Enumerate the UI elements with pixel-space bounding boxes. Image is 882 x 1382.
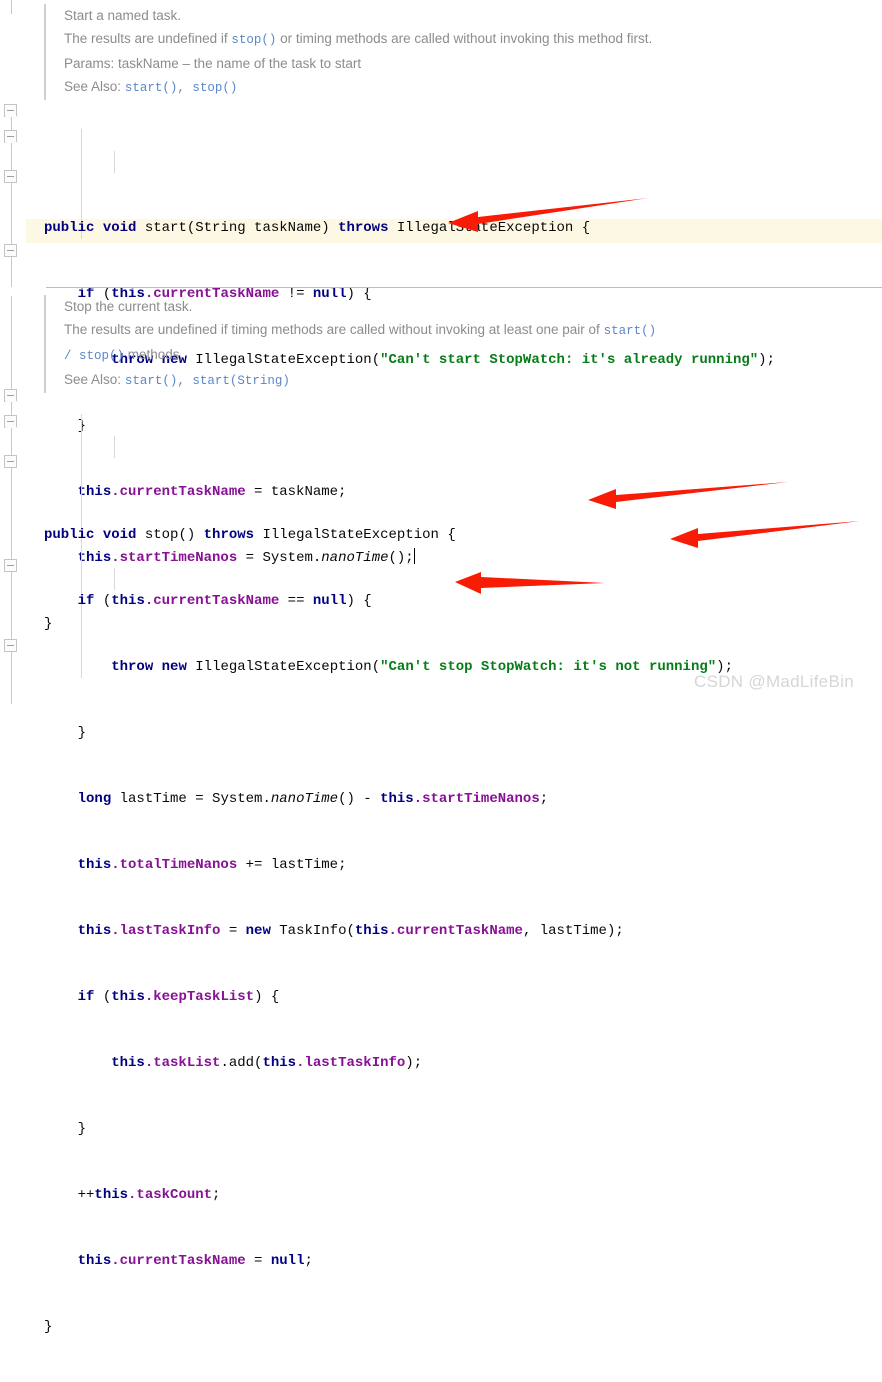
code-line[interactable]: this.currentTaskName = null; (26, 1250, 733, 1272)
fold-line-segment (11, 296, 12, 392)
code-line[interactable]: this.totalTimeNanos += lastTime; (26, 854, 733, 876)
block-separator (46, 287, 882, 288)
fold-line-segment (11, 0, 12, 14)
javadoc-link-start[interactable]: start() (604, 324, 657, 338)
annotation-arrow-task-list-add (455, 572, 605, 594)
code-line[interactable]: if (this.keepTaskList) { (26, 986, 733, 1008)
annotation-arrow-start-time-nanos (448, 198, 648, 232)
fold-line-segment (11, 652, 12, 704)
javadoc-description-pre: The results are undefined if timing meth… (64, 322, 604, 337)
javadoc-params-value: taskName – the name of the task to start (118, 56, 362, 71)
fold-line-segment (11, 468, 12, 560)
javadoc-see-also: See Also: start(), start(String) (64, 368, 656, 393)
javadoc-seealso-link-stop[interactable]: stop() (192, 81, 237, 95)
code-line[interactable]: throw new IllegalStateException("Can't s… (26, 656, 733, 678)
javadoc-link-stop[interactable]: / stop() (64, 349, 124, 363)
annotation-arrow-last-task-info (670, 521, 860, 548)
code-line[interactable]: long lastTime = System.nanoTime() - this… (26, 788, 733, 810)
javadoc-see-also-label: See Also: (64, 79, 122, 94)
fold-marker-doc-stop[interactable] (4, 389, 17, 402)
javadoc-description-post: or timing methods are called without inv… (276, 31, 653, 46)
code-line[interactable]: } (26, 1316, 733, 1338)
fold-marker-stop-method[interactable] (4, 415, 17, 428)
javadoc-seealso-sep: , (177, 374, 193, 388)
csdn-watermark: CSDN @MadLifeBin (694, 672, 854, 691)
code-line[interactable]: public void start(String taskName) throw… (26, 217, 775, 239)
fold-line-segment (11, 572, 12, 640)
code-block-stop-method[interactable]: public void stop() throws IllegalStateEx… (26, 392, 733, 1382)
fold-line-segment (11, 257, 12, 287)
indent-guide (114, 151, 115, 173)
indent-guide (81, 414, 82, 678)
javadoc-seealso-sep: , (177, 81, 193, 95)
javadoc-link-stop[interactable]: stop() (231, 33, 276, 47)
javadoc-start: Start a named task. The results are unde… (44, 4, 652, 100)
javadoc-seealso-link-start[interactable]: start() (125, 374, 178, 388)
code-line[interactable]: public void stop() throws IllegalStateEx… (26, 524, 733, 546)
javadoc-params-label: Params: (64, 56, 115, 71)
code-line[interactable]: this.taskList.add(this.lastTaskInfo); (26, 1052, 733, 1074)
fold-marker-method-start[interactable] (4, 130, 17, 143)
fold-marker-stop-end[interactable] (4, 639, 17, 652)
javadoc-description: The results are undefined if stop() or t… (64, 27, 652, 52)
editor-gutter (0, 0, 26, 704)
javadoc-see-also: See Also: start(), stop() (64, 75, 652, 100)
code-line[interactable]: this.lastTaskInfo = new TaskInfo(this.cu… (26, 920, 733, 942)
javadoc-summary: Start a named task. (64, 8, 182, 23)
fold-marker-if-stop[interactable] (4, 455, 17, 468)
fold-marker-if-start[interactable] (4, 170, 17, 183)
code-line[interactable]: ++this.taskCount; (26, 1184, 733, 1206)
javadoc-description-line2: / stop() methods. (64, 343, 656, 368)
javadoc-see-also-label: See Also: (64, 372, 122, 387)
annotation-arrow-last-time (588, 482, 788, 509)
indent-guide (114, 568, 115, 590)
fold-marker-method-end-start[interactable] (4, 244, 17, 257)
fold-marker-keeptasklist[interactable] (4, 559, 17, 572)
javadoc-description: The results are undefined if timing meth… (64, 318, 656, 343)
code-line[interactable]: if (this.currentTaskName == null) { (26, 590, 733, 612)
javadoc-description-line2-post: methods. (124, 347, 184, 362)
code-line[interactable]: } (26, 1118, 733, 1140)
code-line[interactable]: } (26, 722, 733, 744)
javadoc-stop: Stop the current task. The results are u… (44, 295, 656, 393)
fold-line-segment (11, 428, 12, 456)
javadoc-seealso-link-start[interactable]: start() (125, 81, 178, 95)
javadoc-params: Params: taskName – the name of the task … (64, 52, 652, 75)
code-editor[interactable]: Start a named task. The results are unde… (26, 0, 882, 1335)
fold-line-segment (11, 143, 12, 171)
javadoc-summary: Stop the current task. (64, 299, 193, 314)
fold-line-segment (11, 183, 12, 245)
indent-guide (114, 436, 115, 458)
fold-marker-doc-start[interactable] (4, 104, 17, 117)
javadoc-seealso-link-start-string[interactable]: start(String) (192, 374, 290, 388)
javadoc-description-pre: The results are undefined if (64, 31, 232, 46)
